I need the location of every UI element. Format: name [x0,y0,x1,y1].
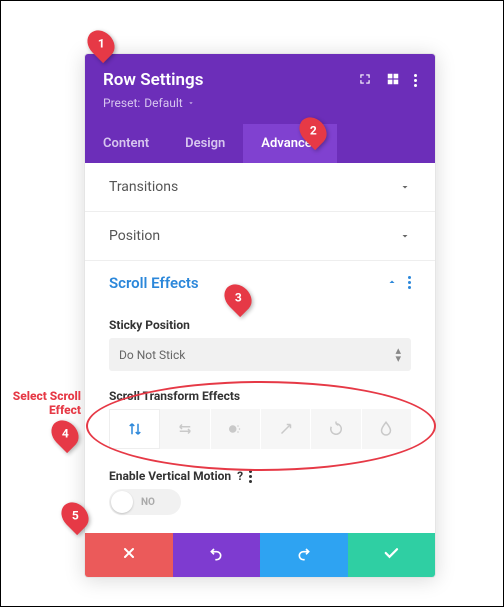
preset-row[interactable]: Preset: Default [103,96,417,124]
header-top: Row Settings [103,70,417,90]
redo-icon [296,545,312,565]
enable-vertical-row: Enable Vertical Motion ? [109,469,411,483]
accordion-scroll-effects[interactable]: Scroll Effects [85,261,435,300]
updown-icon: ▴▾ [395,347,401,362]
redo-button[interactable] [260,533,348,577]
effect-scale-icon[interactable] [261,409,311,449]
panel-header: Row Settings Preset: Default [85,54,435,124]
caret-down-icon [187,96,195,110]
vertical-motion-toggle[interactable]: NO [109,489,181,515]
sticky-position-select[interactable]: Do Not Stick ▴▾ [109,338,411,371]
panel-body: Transitions Position Scroll Effects [85,163,435,533]
transform-effects-label: Scroll Transform Effects [109,389,411,403]
check-icon [382,544,400,566]
accordion-transitions[interactable]: Transitions [85,163,435,212]
tab-design[interactable]: Design [167,124,243,163]
chevron-down-icon [399,230,411,242]
expand-icon[interactable] [358,71,372,90]
header-actions [358,71,417,90]
sticky-position-label: Sticky Position [109,318,411,332]
preset-prefix: Preset: [103,96,140,110]
accordion-label: Scroll Effects [109,274,199,292]
accordion-label: Transitions [109,179,178,195]
tab-content[interactable]: Content [85,124,167,163]
panel-footer [85,533,435,577]
accordion-position[interactable]: Position [85,212,435,261]
row-settings-panel: Row Settings Preset: Default Content [84,53,436,578]
annotation-select-label: Select Scroll Effect [6,389,81,418]
cancel-button[interactable] [85,533,173,577]
undo-button[interactable] [173,533,261,577]
panel-title: Row Settings [103,70,203,90]
annotation-callout-4: 4 [46,415,84,453]
grid-icon[interactable] [386,71,400,90]
help-icon[interactable]: ? [237,469,243,483]
scroll-effects-section: Sticky Position Do Not Stick ▴▾ Scroll T… [85,300,435,533]
preset-value: Default [144,96,182,110]
effect-horizontal-icon[interactable] [160,409,210,449]
kebab-icon[interactable] [249,470,252,483]
effect-fade-icon[interactable] [211,409,261,449]
save-button[interactable] [348,533,436,577]
accordion-label: Position [109,228,160,244]
effect-vertical-icon[interactable] [109,409,160,449]
undo-icon [208,545,224,565]
chevron-up-icon [386,273,398,292]
toggle-knob [111,491,133,513]
toggle-state-label: NO [141,497,155,508]
chevron-down-icon [399,181,411,193]
select-value: Do Not Stick [119,348,185,362]
kebab-icon[interactable] [408,276,411,289]
enable-vertical-label: Enable Vertical Motion [109,469,231,483]
close-icon [121,545,137,565]
effect-rotate-icon[interactable] [311,409,361,449]
effect-blur-icon[interactable] [362,409,411,449]
kebab-icon[interactable] [414,74,417,87]
transform-effects-grid [109,409,411,449]
tabs: Content Design Advanced [85,124,435,163]
